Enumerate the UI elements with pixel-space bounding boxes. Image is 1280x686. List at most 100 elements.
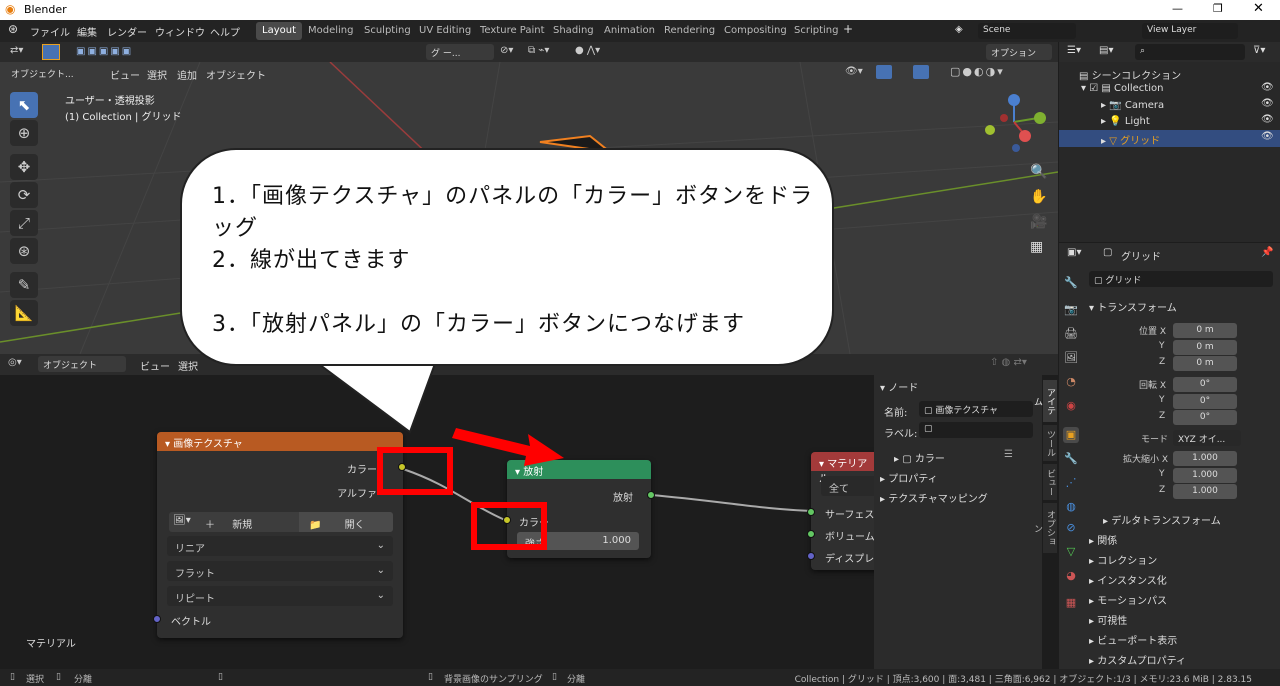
tab-sculpting[interactable]: Sculpting bbox=[358, 22, 417, 40]
vp-menu-view[interactable]: ビュー bbox=[110, 67, 140, 82]
scale-y-field[interactable]: 1.000 bbox=[1173, 468, 1237, 483]
world-properties-icon[interactable]: ◉ bbox=[1063, 398, 1079, 414]
scale-x-field[interactable]: 1.000 bbox=[1173, 451, 1237, 466]
tab-shading[interactable]: Shading bbox=[547, 22, 600, 40]
snap-icon[interactable]: ⧉ ⌁▾ bbox=[528, 45, 549, 56]
instancing-section[interactable]: ▸ インスタンス化 bbox=[1089, 572, 1167, 587]
material-properties-icon[interactable]: ◕ bbox=[1063, 568, 1079, 584]
node-menu-select[interactable]: 選択 bbox=[178, 358, 198, 373]
rotation-mode-dropdown[interactable]: XYZ オイ... bbox=[1173, 430, 1241, 446]
filter-icon[interactable]: ⊽▾ bbox=[1253, 45, 1265, 56]
object-mode-dropdown[interactable]: オブジェクト... bbox=[6, 65, 98, 81]
motion-paths-section[interactable]: ▸ モーションパス bbox=[1089, 592, 1167, 607]
tab-scripting[interactable]: Scripting bbox=[788, 22, 844, 40]
transform-orientation-dropdown[interactable]: グ ー... bbox=[426, 44, 494, 60]
pin-icon[interactable]: ⇧ ◍ ⇄▾ bbox=[990, 357, 1027, 368]
overlay-toggle-icon[interactable] bbox=[913, 65, 929, 79]
physics-icon[interactable]: ◍ bbox=[1063, 499, 1079, 515]
display-mode-icon[interactable]: ▤▾ bbox=[1099, 45, 1113, 56]
custom-properties-section[interactable]: ▸ カスタムプロパティ bbox=[1089, 652, 1186, 667]
scene-properties-icon[interactable]: ◔ bbox=[1063, 374, 1079, 390]
node-name-field[interactable]: ▢ 画像テクスチャ bbox=[919, 401, 1033, 417]
target-dropdown[interactable]: 全て bbox=[821, 476, 874, 496]
image-browse-icon[interactable]: 🖼▾ bbox=[173, 515, 191, 526]
tab-item[interactable]: アイテム bbox=[1032, 380, 1057, 422]
editor-type-icon[interactable]: ⇄▾ bbox=[10, 45, 23, 56]
material-output-node[interactable]: ▾ マテリアル... 全て サーフェス ボリューム ディスプレ... bbox=[807, 452, 874, 570]
options-dropdown[interactable]: オプション bbox=[986, 44, 1052, 60]
new-image-button[interactable]: ＋ 新規 bbox=[205, 516, 252, 531]
output-properties-icon[interactable]: 🖨 bbox=[1063, 326, 1079, 342]
menu-window[interactable]: ウィンドウ bbox=[155, 24, 205, 39]
viewport-display-section[interactable]: ▸ ビューポート表示 bbox=[1089, 632, 1177, 647]
eye-icon[interactable]: 👁 bbox=[1261, 114, 1274, 125]
scene-collection-row[interactable]: ▤ シーンコレクション bbox=[1079, 67, 1181, 82]
blender-menu-icon[interactable]: ⊛ bbox=[8, 22, 18, 36]
light-row[interactable]: ▸ 💡 Light bbox=[1101, 116, 1150, 127]
object-properties-icon[interactable]: ▣ bbox=[1063, 427, 1079, 443]
tab-rendering[interactable]: Rendering bbox=[658, 22, 721, 40]
node-color-toggle[interactable]: ▸ ▢ カラー bbox=[894, 450, 945, 465]
gizmo-toggle-icon[interactable] bbox=[876, 65, 892, 79]
annotate-tool-icon[interactable]: ✎ bbox=[10, 272, 38, 298]
measure-tool-icon[interactable]: 📐 bbox=[10, 300, 38, 326]
data-properties-icon[interactable]: ▽ bbox=[1063, 544, 1079, 560]
vector-input-socket[interactable] bbox=[153, 615, 161, 623]
loc-z-field[interactable]: 0 m bbox=[1173, 356, 1237, 371]
vp-menu-object[interactable]: オブジェクト bbox=[206, 67, 266, 82]
node-menu-view[interactable]: ビュー bbox=[140, 358, 170, 373]
tab-view[interactable]: ビュー bbox=[1043, 464, 1057, 500]
menu-edit[interactable]: 編集 bbox=[77, 24, 97, 39]
outliner-editor-icon[interactable]: ☰▾ bbox=[1067, 45, 1081, 56]
menu-help[interactable]: ヘルプ bbox=[210, 24, 240, 39]
material-output-header[interactable]: ▾ マテリアル... bbox=[811, 452, 874, 485]
scale-z-field[interactable]: 1.000 bbox=[1173, 484, 1237, 499]
relations-section[interactable]: ▸ 関係 bbox=[1089, 532, 1117, 547]
grid-row[interactable]: ▸ ▽ グリッド bbox=[1059, 130, 1280, 147]
displacement-input-socket[interactable] bbox=[807, 552, 815, 560]
open-image-button[interactable]: 📁 開く bbox=[299, 512, 393, 532]
camera-row[interactable]: ▸ 📷 Camera bbox=[1101, 100, 1164, 111]
interpolation-dropdown[interactable]: リニア ⌄ bbox=[167, 536, 393, 556]
transform-tool-icon[interactable]: ⊛ bbox=[10, 238, 38, 264]
scene-selector[interactable]: Scene bbox=[978, 23, 1076, 39]
constraints-icon[interactable]: ⊘ bbox=[1063, 520, 1079, 536]
eye-icon[interactable]: 👁 bbox=[1261, 131, 1274, 142]
node-panel-header[interactable]: ▾ ノード bbox=[880, 379, 918, 394]
object-name-field[interactable]: ▢ グリッド bbox=[1089, 271, 1273, 287]
volume-input-socket[interactable] bbox=[807, 530, 815, 538]
tab-compositing[interactable]: Compositing bbox=[718, 22, 793, 40]
properties-editor-icon[interactable]: ▣▾ bbox=[1067, 247, 1081, 258]
surface-input-socket[interactable] bbox=[807, 508, 815, 516]
modifier-properties-icon[interactable]: 🔧 bbox=[1063, 451, 1079, 467]
rot-x-field[interactable]: 0° bbox=[1173, 377, 1237, 392]
tool-properties-icon[interactable]: 🔧 bbox=[1063, 275, 1079, 291]
camera-view-icon[interactable]: 🎥 bbox=[1030, 214, 1047, 230]
tab-animation[interactable]: Animation bbox=[598, 22, 661, 40]
node-object-mode-dropdown[interactable]: オブジェクト bbox=[38, 356, 126, 372]
pin-icon[interactable]: 📌 bbox=[1261, 247, 1273, 258]
texture-mapping-section[interactable]: ▸ テクスチャマッピング bbox=[880, 490, 988, 505]
vp-menu-select[interactable]: 選択 bbox=[147, 67, 167, 82]
menu-render[interactable]: レンダー bbox=[107, 24, 147, 39]
navigation-gizmo[interactable] bbox=[980, 92, 1050, 152]
node-label-field[interactable]: ▢ bbox=[919, 422, 1033, 438]
tab-modeling[interactable]: Modeling bbox=[302, 22, 360, 40]
collection-row[interactable]: ▾ ☑ ▤ Collection bbox=[1081, 83, 1163, 94]
eye-icon[interactable]: 👁 bbox=[1261, 82, 1274, 93]
add-workspace-icon[interactable]: + bbox=[843, 22, 853, 36]
rot-z-field[interactable]: 0° bbox=[1173, 410, 1237, 425]
view-layer-properties-icon[interactable]: 🖼 bbox=[1063, 350, 1079, 366]
select-mode-icons[interactable]: ▣▣▣▣▣ bbox=[76, 46, 133, 57]
move-tool-icon[interactable]: ✥ bbox=[10, 154, 38, 180]
perspective-icon[interactable]: ▦ bbox=[1030, 239, 1043, 255]
image-texture-node[interactable]: ▾ 画像テクスチャ カラー アルファ 🖼▾ ＋ 新規 📁 開く リニア ⌄ フラッ… bbox=[153, 432, 406, 638]
tab-tool[interactable]: ツール bbox=[1043, 425, 1057, 461]
tab-uv-editing[interactable]: UV Editing bbox=[413, 22, 477, 40]
projection-dropdown[interactable]: フラット ⌄ bbox=[167, 561, 393, 581]
rot-y-field[interactable]: 0° bbox=[1173, 394, 1237, 409]
scale-tool-icon[interactable]: ⤢ bbox=[10, 210, 38, 236]
view-layer-selector[interactable]: View Layer bbox=[1142, 23, 1238, 39]
loc-y-field[interactable]: 0 m bbox=[1173, 340, 1237, 355]
emission-output-socket[interactable] bbox=[647, 491, 655, 499]
